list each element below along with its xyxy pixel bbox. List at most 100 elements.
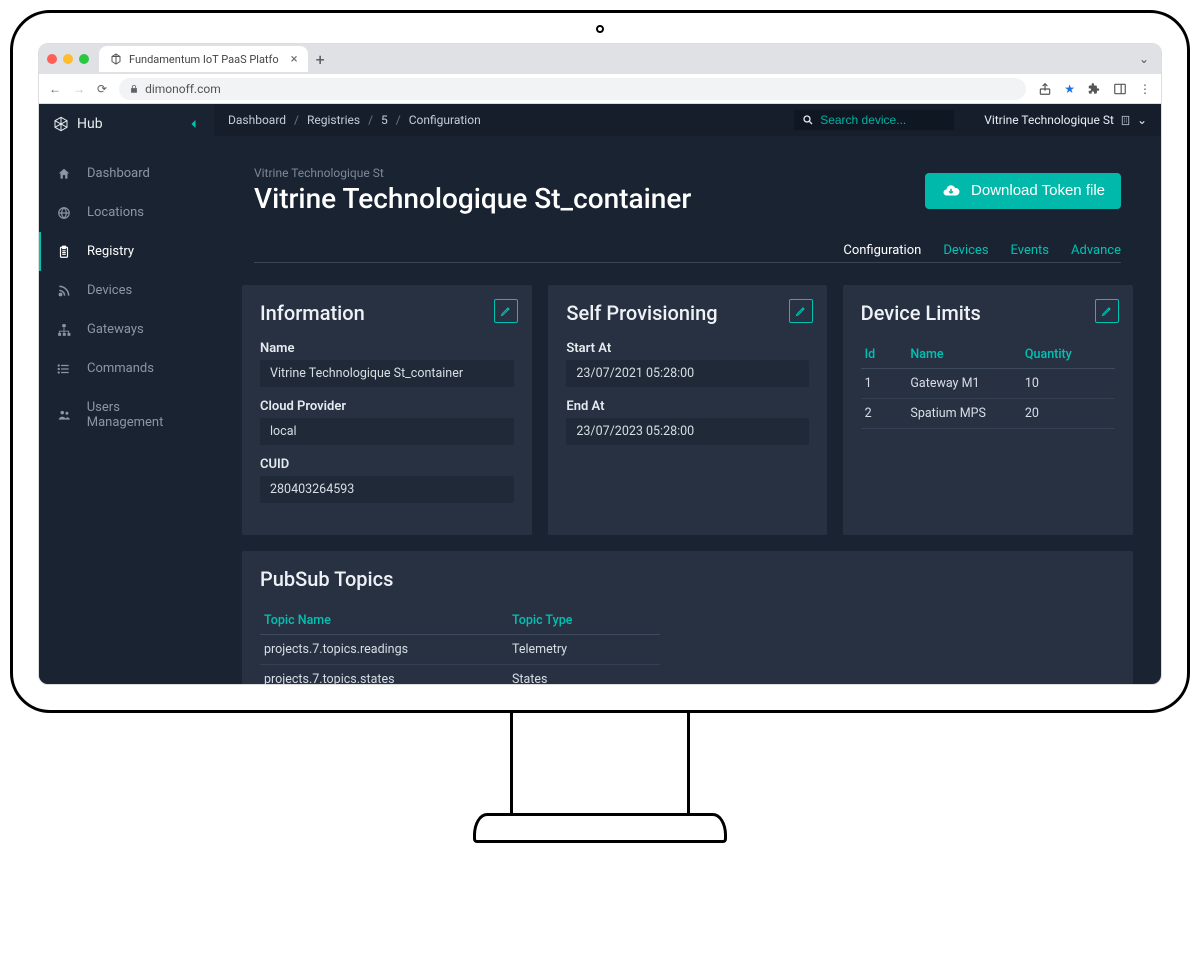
search-box[interactable] — [794, 110, 954, 130]
end-at-value: 23/07/2023 05:28:00 — [566, 418, 808, 445]
cell-qty: 10 — [1021, 369, 1115, 399]
breadcrumb: Dashboard/ Registries/ 5/ Configuration — [228, 113, 481, 127]
sidebar-item-gateways[interactable]: Gateways — [39, 310, 214, 349]
start-at-label: Start At — [566, 341, 808, 356]
back-icon[interactable]: ← — [49, 82, 61, 96]
card-title: Information — [260, 301, 514, 325]
edit-self-provisioning-button[interactable] — [789, 299, 813, 323]
sidebar-item-label: Commands — [87, 361, 154, 376]
address-input[interactable]: dimonoff.com — [119, 78, 1026, 100]
table-row: projects.7.topics.states States — [260, 665, 660, 685]
new-tab-button[interactable]: + — [316, 50, 325, 69]
download-token-button[interactable]: Download Token file — [925, 173, 1121, 209]
cell-topic-type: States — [508, 665, 660, 685]
cell-id: 1 — [861, 369, 907, 399]
favicon-icon — [109, 52, 123, 66]
device-limits-table: Id Name Quantity 1 Gateway M1 10 — [861, 341, 1115, 429]
name-value: Vitrine Technologique St_container — [260, 360, 514, 387]
sidebar-item-commands[interactable]: Commands — [39, 349, 214, 388]
side-panel-icon[interactable] — [1113, 82, 1127, 96]
list-icon — [57, 362, 73, 376]
sidebar-item-locations[interactable]: Locations — [39, 193, 214, 232]
search-input[interactable] — [820, 113, 946, 127]
cell-topic-type: Telemetry — [508, 635, 660, 665]
card-title: PubSub Topics — [260, 567, 1115, 591]
browser-tab[interactable]: Fundamentum IoT PaaS Platfo × — [99, 46, 308, 72]
tab-devices[interactable]: Devices — [943, 243, 988, 258]
sidebar-nav: Dashboard Locations Registry Devices — [39, 144, 214, 442]
reload-icon[interactable]: ⟳ — [97, 82, 107, 96]
sidebar-item-users-management[interactable]: Users Management — [39, 388, 214, 442]
rss-icon — [57, 284, 73, 298]
sidebar-brand: Hub — [77, 116, 103, 132]
account-switcher[interactable]: Vitrine Technologique St ⌄ — [984, 113, 1147, 127]
tab-configuration[interactable]: Configuration — [843, 243, 921, 258]
account-name: Vitrine Technologique St — [984, 113, 1114, 127]
cards-row: Information Name Vitrine Technologique S… — [242, 285, 1133, 535]
camera-icon — [596, 25, 604, 33]
tab-advance[interactable]: Advance — [1071, 243, 1121, 258]
page-title: Vitrine Technologique St_container — [254, 182, 691, 215]
th-topic-name: Topic Name — [260, 607, 508, 635]
menu-icon[interactable]: ⋮ — [1139, 82, 1151, 96]
edit-information-button[interactable] — [494, 299, 518, 323]
bookmark-icon[interactable]: ★ — [1064, 82, 1075, 96]
clipboard-icon — [57, 245, 73, 259]
search-icon — [802, 114, 814, 126]
cloud-download-icon — [941, 182, 961, 200]
chevron-down-icon: ⌄ — [1137, 113, 1147, 127]
minimize-window-icon[interactable] — [63, 54, 73, 64]
start-at-value: 23/07/2021 05:28:00 — [566, 360, 808, 387]
cloud-provider-value: local — [260, 418, 514, 445]
sidebar-item-dashboard[interactable]: Dashboard — [39, 154, 214, 193]
card-title: Device Limits — [861, 301, 1115, 325]
building-icon — [1120, 115, 1131, 126]
th-name: Name — [906, 341, 1020, 369]
maximize-window-icon[interactable] — [79, 54, 89, 64]
cloud-provider-label: Cloud Provider — [260, 399, 514, 414]
cuid-value: 280403264593 — [260, 476, 514, 503]
window-controls — [47, 54, 89, 64]
close-tab-icon[interactable]: × — [291, 52, 298, 67]
th-quantity: Quantity — [1021, 341, 1115, 369]
hub-logo-icon — [53, 116, 69, 132]
crumb[interactable]: Dashboard — [228, 113, 286, 127]
edit-device-limits-button[interactable] — [1095, 299, 1119, 323]
information-card: Information Name Vitrine Technologique S… — [242, 285, 532, 535]
forward-icon[interactable]: → — [73, 82, 85, 96]
cell-topic-name: projects.7.topics.states — [260, 665, 508, 685]
content: Vitrine Technologique St Vitrine Technol… — [214, 136, 1161, 684]
table-row: projects.7.topics.readings Telemetry — [260, 635, 660, 665]
sidebar-item-registry[interactable]: Registry — [39, 232, 214, 271]
cell-name: Gateway M1 — [906, 369, 1020, 399]
page-supertitle: Vitrine Technologique St — [254, 166, 691, 180]
browser-window: Fundamentum IoT PaaS Platfo × + ⌄ ← → ⟳ … — [38, 43, 1162, 685]
sidebar-item-label: Registry — [87, 244, 134, 259]
download-token-label: Download Token file — [971, 182, 1105, 199]
close-window-icon[interactable] — [47, 54, 57, 64]
crumb[interactable]: 5 — [381, 113, 388, 127]
pubsub-table: Topic Name Topic Type projects.7.topics.… — [260, 607, 660, 684]
monitor-stand — [510, 710, 690, 840]
tab-events[interactable]: Events — [1011, 243, 1049, 258]
table-row: 1 Gateway M1 10 — [861, 369, 1115, 399]
sitemap-icon — [57, 323, 73, 337]
crumb[interactable]: Registries — [307, 113, 360, 127]
sidebar: Hub Dashboard Locations — [39, 104, 214, 684]
share-icon[interactable] — [1038, 82, 1052, 96]
cell-name: Spatium MPS — [906, 399, 1020, 429]
cell-id: 2 — [861, 399, 907, 429]
cell-topic-name: projects.7.topics.readings — [260, 635, 508, 665]
collapse-sidebar-icon[interactable] — [188, 118, 200, 130]
sidebar-item-devices[interactable]: Devices — [39, 271, 214, 310]
self-provisioning-card: Self Provisioning Start At 23/07/2021 05… — [548, 285, 826, 535]
sidebar-item-label: Users Management — [87, 400, 198, 430]
main-area: Dashboard/ Registries/ 5/ Configuration … — [214, 104, 1161, 684]
users-icon — [57, 408, 73, 422]
lock-icon — [129, 84, 139, 94]
th-id: Id — [861, 341, 907, 369]
extensions-icon[interactable] — [1087, 82, 1101, 96]
browser-addressbar: ← → ⟳ dimonoff.com ★ — [39, 74, 1161, 104]
tabs-overflow-icon[interactable]: ⌄ — [1139, 52, 1153, 66]
pubsub-card: PubSub Topics Topic Name Topic Type proj… — [242, 551, 1133, 684]
